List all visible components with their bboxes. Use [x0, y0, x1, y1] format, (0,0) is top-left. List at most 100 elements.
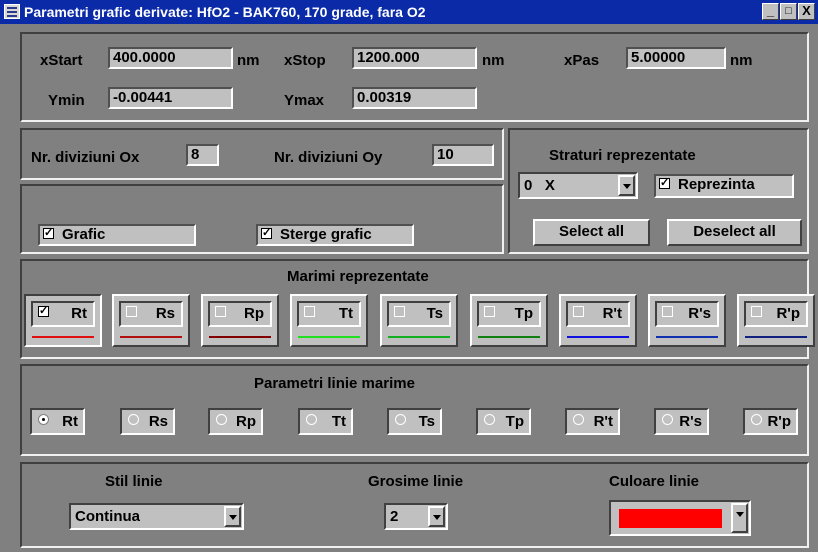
line-param-radio-5[interactable]: Tp	[476, 408, 531, 435]
quantity-toggle-1[interactable]: Rs	[112, 294, 190, 347]
quantity-toggle-2[interactable]: Rp	[201, 294, 279, 347]
stil-linie-value: Continua	[75, 508, 140, 525]
sterge-check-icon: ✓	[261, 226, 272, 239]
xpas-label: xPas	[564, 52, 600, 69]
line-param-label: Rp	[236, 413, 256, 430]
quantity-toggle-5[interactable]: Tp	[470, 294, 548, 347]
reprezinta-checkbox[interactable]: ✓ Reprezinta	[654, 174, 794, 198]
stil-linie-select[interactable]: Continua	[69, 503, 244, 530]
grosime-linie-select[interactable]: 2	[384, 503, 448, 530]
grosime-linie-label: Grosime linie	[368, 473, 464, 490]
xstop-label: xStop	[284, 52, 326, 69]
stil-linie-arrow-icon[interactable]	[224, 506, 241, 527]
xpas-unit: nm	[730, 52, 753, 69]
quantity-check-icon	[394, 305, 405, 317]
quantity-label: Rs	[155, 305, 175, 322]
line-param-radio-3[interactable]: Tt	[298, 408, 353, 435]
close-button[interactable]: X	[798, 3, 815, 20]
quantity-toggle-7[interactable]: R's	[648, 294, 726, 347]
line-param-radio-6[interactable]: R't	[565, 408, 620, 435]
quantity-label: Ts	[426, 305, 443, 322]
culoare-linie-arrow-icon[interactable]	[731, 503, 748, 533]
quantity-check-icon	[662, 305, 673, 317]
reprezinta-label: Reprezinta	[678, 176, 755, 193]
quantity-checkbox[interactable]: Rp	[208, 301, 272, 327]
line-param-label: Rt	[62, 413, 78, 430]
xstart-label: xStart	[40, 52, 83, 69]
layer-select-value: 0 X	[524, 177, 555, 194]
reprezinta-check-icon: ✓	[659, 176, 670, 189]
line-param-radio-4[interactable]: Ts	[387, 408, 442, 435]
quantity-check-icon	[751, 305, 762, 317]
line-param-label: R'p	[767, 413, 791, 430]
grafic-label: Grafic	[62, 226, 106, 243]
quantity-check-icon	[215, 305, 226, 317]
quantity-label: Rt	[71, 305, 87, 322]
radio-icon	[662, 413, 673, 425]
line-param-radio-7[interactable]: R's	[654, 408, 709, 435]
quantity-check-icon: ✓	[38, 304, 49, 317]
ymin-label: Ymin	[48, 92, 85, 109]
quantity-checkbox[interactable]: Tp	[477, 301, 541, 327]
grosime-linie-value: 2	[390, 508, 399, 525]
quantity-toggle-0[interactable]: ✓ Rt	[24, 294, 102, 347]
xpas-input[interactable]: 5.00000	[626, 47, 726, 69]
radio-icon	[306, 413, 317, 425]
ymax-input[interactable]: 0.00319	[352, 87, 477, 109]
line-param-label: Tp	[505, 413, 524, 430]
line-param-radio-8[interactable]: R'p	[743, 408, 798, 435]
line-param-label: R't	[593, 413, 613, 430]
ox-input[interactable]: 8	[186, 144, 219, 166]
quantity-toggle-3[interactable]: Tt	[290, 294, 368, 347]
quantity-color-line	[567, 336, 629, 338]
quantity-checkbox[interactable]: ✓ Rt	[31, 301, 95, 327]
quantity-checkbox[interactable]: R't	[566, 301, 630, 327]
window-title: Parametri grafic derivate: HfO2 - BAK760…	[24, 4, 426, 20]
maximize-button[interactable]: □	[780, 3, 797, 20]
culoare-linie-select[interactable]	[609, 500, 751, 536]
ymin-input[interactable]: -0.00441	[108, 87, 233, 109]
quantity-checkbox[interactable]: Ts	[387, 301, 451, 327]
minimize-button[interactable]: _	[762, 3, 779, 20]
quantity-check-icon	[573, 305, 584, 317]
sterge-grafic-checkbox[interactable]: ✓ Sterge grafic	[256, 224, 414, 246]
radio-icon	[128, 413, 139, 425]
line-param-radio-2[interactable]: Rp	[208, 408, 263, 435]
quantity-checkbox[interactable]: R'p	[744, 301, 808, 327]
xstop-input[interactable]: 1200.000	[352, 47, 477, 69]
quantity-color-line	[478, 336, 540, 338]
quantity-toggle-4[interactable]: Ts	[380, 294, 458, 347]
ox-label: Nr. diviziuni Ox	[31, 149, 140, 166]
xstart-unit: nm	[237, 52, 260, 69]
line-param-label: Ts	[418, 413, 435, 430]
stil-linie-label: Stil linie	[105, 473, 163, 490]
layer-select[interactable]: 0 X	[518, 172, 638, 199]
deselect-all-button[interactable]: Deselect all	[667, 219, 802, 246]
layer-select-arrow-icon[interactable]	[618, 175, 635, 196]
grosime-linie-arrow-icon[interactable]	[428, 506, 445, 527]
quantity-check-icon	[484, 305, 495, 317]
radio-icon	[395, 413, 406, 425]
line-color-swatch	[619, 509, 722, 528]
quantity-color-line	[209, 336, 271, 338]
grafic-check-icon: ✓	[43, 226, 54, 239]
xstart-input[interactable]: 400.0000	[108, 47, 233, 69]
oy-input[interactable]: 10	[432, 144, 494, 166]
quantity-checkbox[interactable]: R's	[655, 301, 719, 327]
quantity-checkbox[interactable]: Tt	[297, 301, 361, 327]
title-bar: Parametri grafic derivate: HfO2 - BAK760…	[0, 0, 818, 24]
quantity-color-line	[745, 336, 807, 338]
quantity-toggle-6[interactable]: R't	[559, 294, 637, 347]
quantity-toggle-8[interactable]: R'p	[737, 294, 815, 347]
culoare-linie-label: Culoare linie	[609, 473, 700, 490]
select-all-button[interactable]: Select all	[533, 219, 650, 246]
radio-icon	[573, 413, 584, 425]
radio-icon	[484, 413, 495, 425]
quantity-checkbox[interactable]: Rs	[119, 301, 183, 327]
line-param-radio-1[interactable]: Rs	[120, 408, 175, 435]
grafic-checkbox[interactable]: ✓ Grafic	[38, 224, 196, 246]
line-param-radio-0[interactable]: Rt	[30, 408, 85, 435]
ymax-label: Ymax	[284, 92, 325, 109]
quantity-label: Tt	[338, 305, 353, 322]
quantity-check-icon	[126, 305, 137, 317]
